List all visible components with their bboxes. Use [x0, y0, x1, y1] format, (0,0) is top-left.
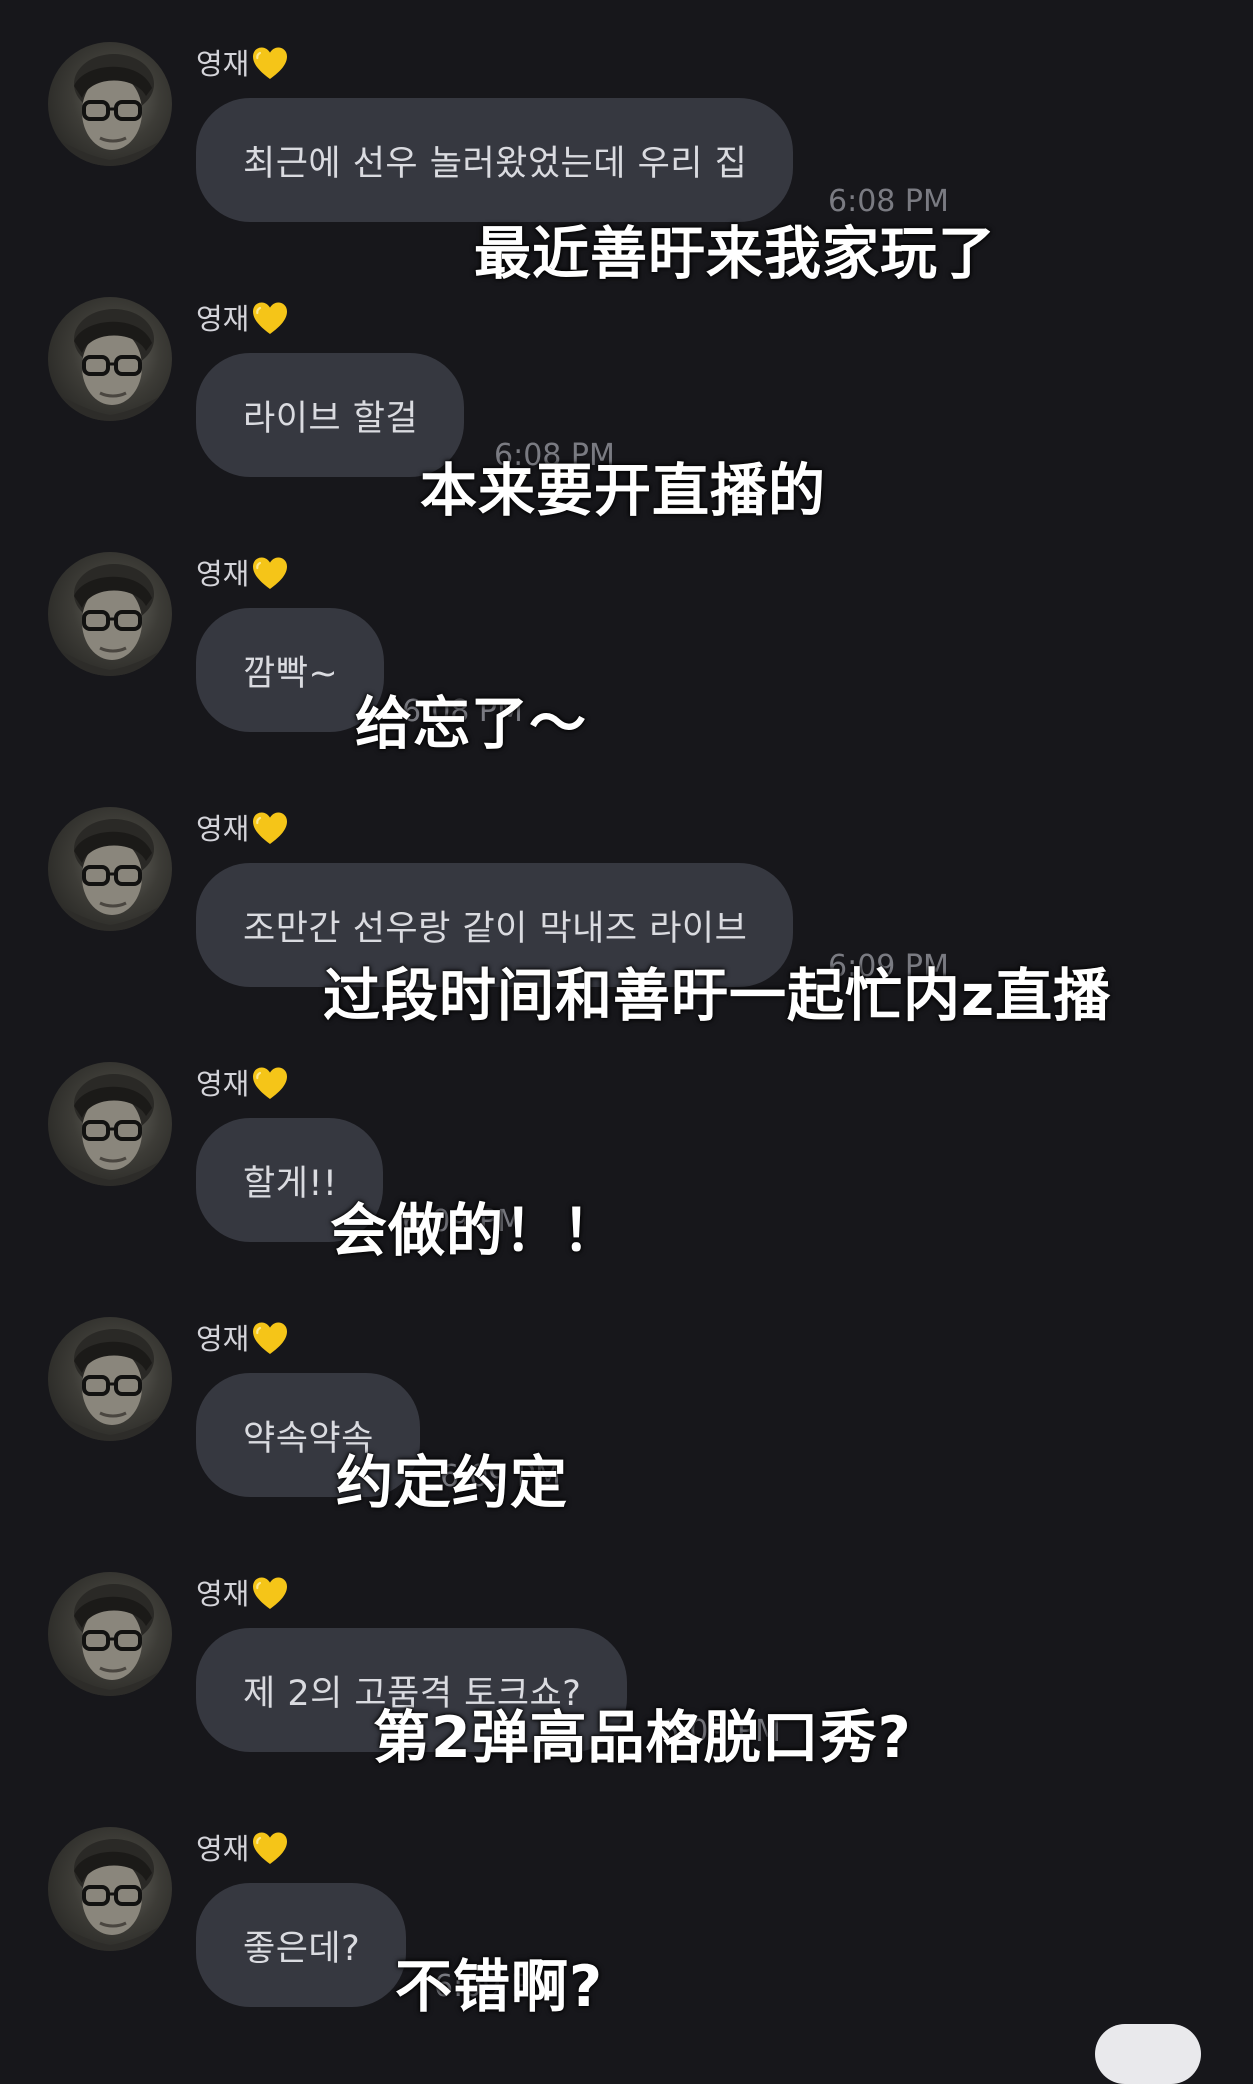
- sender: 영재: [196, 1319, 289, 1359]
- sender: 영재: [196, 554, 289, 594]
- yellow-heart-icon: [251, 1575, 289, 1613]
- chat-feed[interactable]: 영재 최근에 선우 놀러왔었는데 우리 집 6:08 PM 最近善旴来我家玩了 …: [0, 0, 1253, 2047]
- message-row: 영재 제 2의 고품격 토크쇼? 6:09 PM 第2弹高品格脱口秀?: [0, 1530, 1253, 1785]
- message-text: 깜빡~: [243, 653, 339, 694]
- sender-name: 영재: [196, 1322, 250, 1356]
- sender: 영재: [196, 1829, 289, 1869]
- message-text: 라이브 할걸: [243, 398, 419, 439]
- avatar[interactable]: [48, 807, 172, 931]
- sender-name: 영재: [196, 812, 250, 846]
- sender: 영재: [196, 809, 289, 849]
- yellow-heart-icon: [251, 45, 289, 83]
- avatar[interactable]: [48, 552, 172, 676]
- sender-name: 영재: [196, 557, 250, 591]
- message-row: 영재 조만간 선우랑 같이 막내즈 라이브 6:09 PM 过段时间和善旴一起忙…: [0, 765, 1253, 1029]
- sender-name: 영재: [196, 47, 250, 81]
- message-row: 영재 깜빡~ 6:08 PM 给忘了～: [0, 510, 1253, 765]
- scroll-to-bottom-button[interactable]: [1095, 2024, 1201, 2084]
- message-row: 영재 최근에 선우 놀러왔었는데 우리 집 6:08 PM 最近善旴来我家玩了: [0, 0, 1253, 287]
- message-row: 영재 좋은데? 6:09 PM 不错啊?: [0, 1785, 1253, 2040]
- avatar[interactable]: [48, 1062, 172, 1186]
- avatar[interactable]: [48, 1317, 172, 1441]
- yellow-heart-icon: [251, 555, 289, 593]
- message-text: 할게!!: [243, 1163, 338, 1204]
- sender: 영재: [196, 1574, 289, 1614]
- message-text: 좋은데?: [243, 1928, 361, 1969]
- yellow-heart-icon: [251, 810, 289, 848]
- subtitle-caption: 约定约定: [336, 1450, 568, 1516]
- sender: 영재: [196, 299, 289, 339]
- avatar[interactable]: [48, 1572, 172, 1696]
- avatar[interactable]: [48, 42, 172, 166]
- message-text: 최근에 선우 놀러왔었는데 우리 집: [243, 143, 748, 184]
- subtitle-caption: 不错啊?: [395, 1954, 604, 2020]
- yellow-heart-icon: [251, 1830, 289, 1868]
- message-row: 영재 약속약속 6:09 PM 约定约定: [0, 1275, 1253, 1530]
- sender-name: 영재: [196, 1832, 250, 1866]
- sender-name: 영재: [196, 1577, 250, 1611]
- sender-name: 영재: [196, 302, 250, 336]
- message-bubble[interactable]: 최근에 선우 놀러왔었는데 우리 집: [196, 98, 794, 222]
- message-text: 조만간 선우랑 같이 막내즈 라이브: [243, 908, 748, 949]
- sender-name: 영재: [196, 1067, 250, 1101]
- message-row: 영재 라이브 할걸 6:08 PM 本来要开直播的: [0, 255, 1253, 524]
- avatar[interactable]: [48, 1827, 172, 1951]
- subtitle-caption: 会做的！！: [330, 1198, 620, 1264]
- yellow-heart-icon: [251, 1320, 289, 1358]
- avatar[interactable]: [48, 297, 172, 421]
- yellow-heart-icon: [251, 1065, 289, 1103]
- message-row: 영재 할게!! 6:09 PM 会做的！！: [0, 1020, 1253, 1275]
- subtitle-caption: 给忘了～: [355, 691, 587, 757]
- sender: 영재: [196, 44, 289, 84]
- subtitle-caption: 第2弹高品格脱口秀?: [373, 1705, 912, 1771]
- message-bubble[interactable]: 좋은데?: [196, 1883, 407, 2007]
- yellow-heart-icon: [251, 300, 289, 338]
- sender: 영재: [196, 1064, 289, 1104]
